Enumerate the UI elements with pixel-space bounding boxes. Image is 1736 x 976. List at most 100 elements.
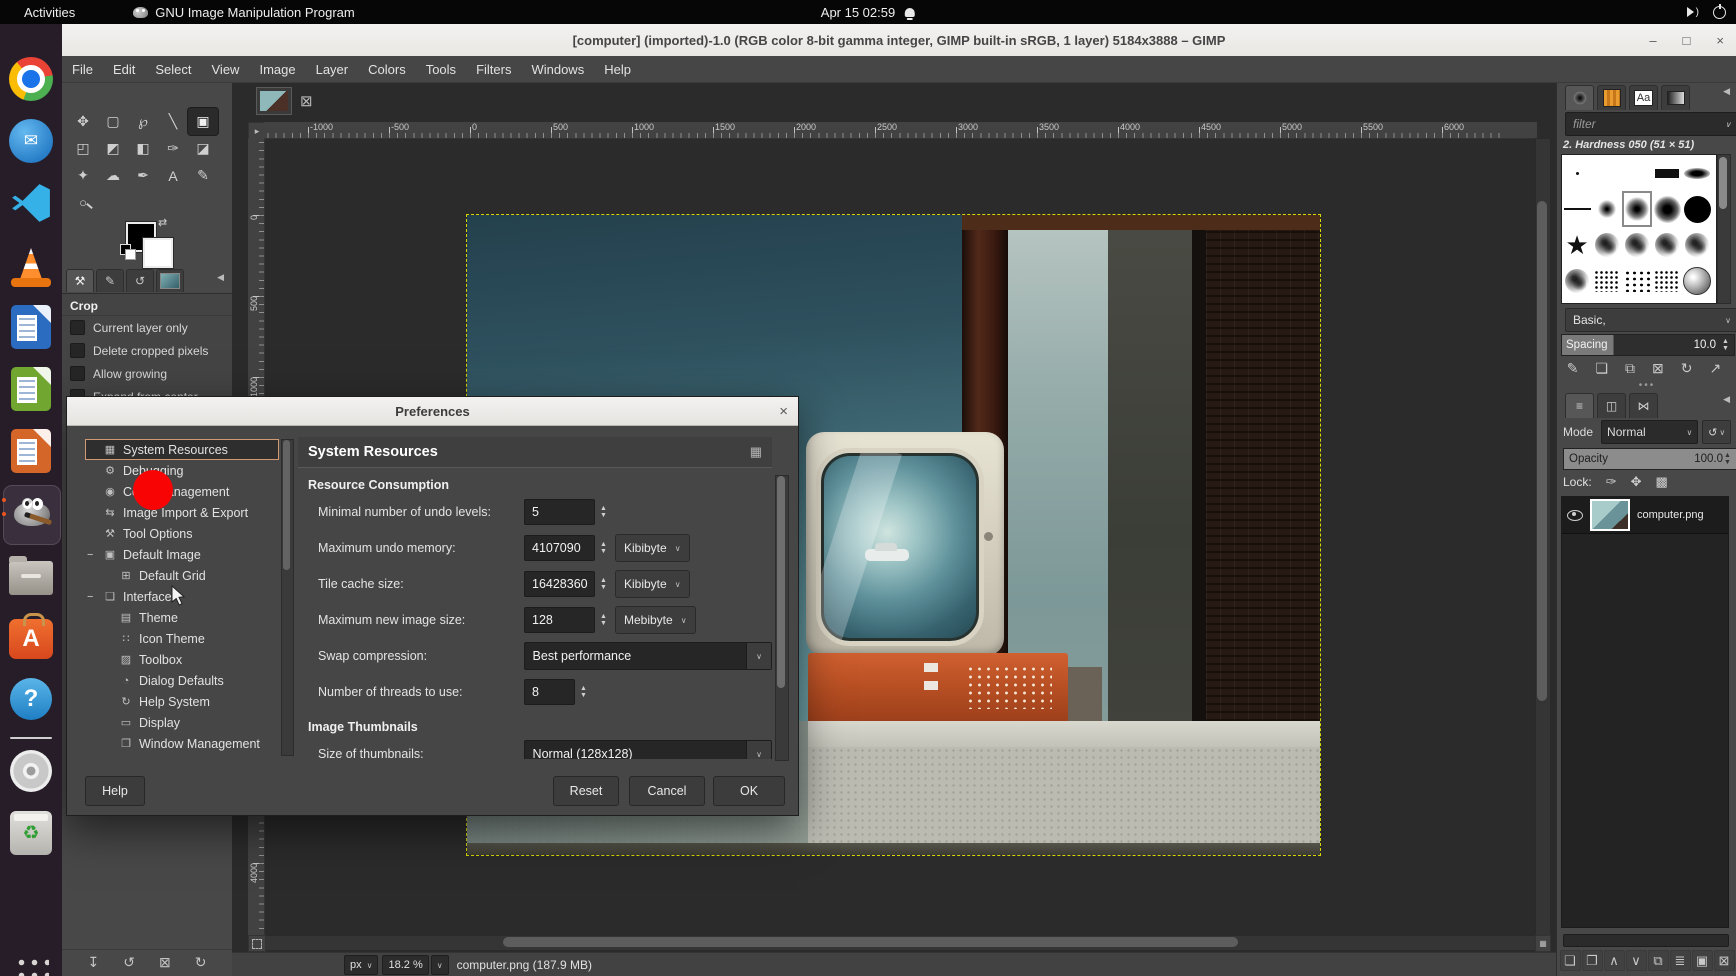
system-status-area[interactable]: ) [1687, 6, 1726, 19]
app-menu[interactable]: GNU Image Manipulation Program [133, 5, 354, 20]
lock-toggle[interactable]: ✥ [1631, 474, 1642, 490]
tool-button[interactable]: ℘ [128, 108, 158, 135]
brush-cell[interactable] [1592, 191, 1622, 227]
tool-button[interactable]: ▣ [188, 108, 218, 135]
spinner[interactable]: ▲▼ [595, 499, 612, 525]
unit-dropdown[interactable]: px∨ [344, 955, 378, 975]
tile-cache-unit-dropdown[interactable]: Kibibyte∨ [615, 570, 690, 598]
spacing-slider[interactable]: Spacing 10.0 ▲▼ [1561, 334, 1735, 356]
menu-item[interactable]: Layer [306, 62, 359, 77]
tool-button[interactable]: ✒ [128, 162, 158, 189]
tab-patterns[interactable] [1597, 85, 1626, 110]
tool-button[interactable]: ✎ [188, 162, 218, 189]
dock-item-vlc[interactable] [7, 241, 55, 289]
tree-item[interactable]: ▭ Display [85, 712, 279, 733]
tool-button[interactable]: ✥ [68, 108, 98, 135]
brush-action-button[interactable]: ✎ [1567, 360, 1579, 377]
dock-menu-arrow-icon[interactable]: ◀ [1723, 86, 1730, 97]
spinner[interactable]: ▲▼ [575, 679, 592, 705]
lock-toggle[interactable]: ▩ [1656, 474, 1668, 490]
tab-paths[interactable]: ⋈ [1629, 393, 1658, 418]
dock-item-software[interactable]: A [7, 613, 55, 661]
mode-dropdown[interactable]: Normal ∨ [1601, 420, 1698, 444]
dock-item-vscode[interactable] [7, 179, 55, 227]
menu-item[interactable]: Image [249, 62, 305, 77]
dock-item-impress[interactable] [7, 427, 55, 475]
preset-action-button[interactable]: ↧ [88, 954, 100, 971]
brush-cell[interactable] [1652, 263, 1682, 299]
tree-item[interactable]: ⚙ Debugging [85, 460, 279, 481]
spinner[interactable]: ▲▼ [595, 607, 612, 633]
preset-action-button[interactable]: ↺ [123, 954, 135, 971]
brush-filter-input[interactable]: filter ∨ [1565, 112, 1736, 136]
brush-cell[interactable] [1652, 191, 1682, 227]
menu-item[interactable]: Select [145, 62, 201, 77]
brush-cell-selected[interactable] [1622, 191, 1652, 227]
layer-action-button[interactable]: ∧ [1604, 950, 1625, 971]
layers-scrollbar[interactable] [1563, 934, 1729, 947]
window-title-bar[interactable]: [computer] (imported)-1.0 (RGB color 8-b… [62, 24, 1736, 57]
undo-memory-unit-dropdown[interactable]: Kibibyte∨ [615, 534, 690, 562]
checkbox[interactable] [70, 343, 85, 358]
new-image-unit-dropdown[interactable]: Mebibyte∨ [615, 606, 696, 634]
dock-item-files[interactable] [7, 551, 55, 599]
dock-item-calc[interactable] [7, 365, 55, 413]
brush-cell[interactable] [1652, 299, 1682, 304]
tool-button[interactable]: ▢ [98, 108, 128, 135]
tab-channels[interactable]: ◫ [1597, 393, 1626, 418]
thumbnail-size-dropdown[interactable]: Normal (128x128)∨ [524, 740, 772, 759]
spinner[interactable]: ▲▼ [595, 535, 612, 561]
tool-button[interactable]: A [158, 162, 188, 189]
tool-button[interactable]: ╲ [158, 108, 188, 135]
brush-cell[interactable] [1682, 263, 1712, 299]
close-view-icon[interactable]: ⊠ [300, 92, 313, 110]
layer-action-button[interactable]: ⊠ [1714, 950, 1735, 971]
checkbox[interactable] [70, 366, 85, 381]
brush-action-button[interactable]: ❏ [1595, 360, 1608, 377]
brush-scrollbar-thumb[interactable] [1719, 157, 1727, 209]
maximize-button[interactable]: □ [1683, 33, 1691, 48]
tree-scrollbar-thumb[interactable] [283, 440, 290, 570]
checkbox[interactable] [70, 320, 85, 335]
preset-action-button[interactable]: ⊠ [159, 954, 171, 971]
preset-action-button[interactable]: ↻ [195, 954, 207, 971]
brush-cell[interactable] [1592, 155, 1622, 191]
tree-scrollbar[interactable] [281, 439, 294, 756]
layer-action-button[interactable]: ❏ [1560, 950, 1581, 971]
tool-button[interactable]: ◪ [188, 135, 218, 162]
threads-input[interactable]: 8 [524, 679, 575, 705]
brush-cell[interactable] [1562, 299, 1592, 304]
lock-toggle[interactable]: ✑ [1606, 474, 1617, 490]
dock-menu-arrow-icon[interactable]: ◀ [217, 272, 224, 283]
dock-item-writer[interactable] [7, 303, 55, 351]
dock-item-cd[interactable] [7, 747, 55, 795]
swap-compression-dropdown[interactable]: Best performance∨ [524, 642, 772, 670]
content-scrollbar[interactable] [775, 475, 789, 761]
tree-item[interactable]: ▨ Toolbox [85, 649, 279, 670]
show-applications-button[interactable] [13, 954, 49, 976]
vertical-scrollbar[interactable] [1535, 138, 1551, 937]
layer-row[interactable]: computer.png [1562, 497, 1728, 534]
brush-action-button[interactable]: ↗ [1710, 360, 1722, 377]
help-button[interactable]: Help [85, 776, 145, 806]
tab-fonts[interactable]: Aa [1629, 85, 1658, 110]
brush-cell[interactable] [1592, 263, 1622, 299]
tree-item[interactable]: ⊞ Default Grid [85, 565, 279, 586]
content-scrollbar-thumb[interactable] [777, 476, 785, 688]
image-view-tab[interactable] [256, 87, 292, 115]
layer-action-button[interactable]: ❐ [1582, 950, 1603, 971]
brush-cell[interactable] [1622, 263, 1652, 299]
tab-brushes[interactable] [1565, 85, 1594, 110]
brush-cell[interactable] [1682, 227, 1712, 263]
dialog-close-button[interactable]: × [779, 403, 788, 420]
brush-grid[interactable]: ★ [1561, 154, 1717, 304]
dock-item-trash[interactable]: ♻ [7, 809, 55, 857]
brush-cell[interactable] [1562, 191, 1592, 227]
menu-item[interactable]: Colors [358, 62, 416, 77]
tree-item[interactable]: ▦ System Resources [85, 439, 279, 460]
undo-memory-input[interactable]: 4107090 [524, 535, 595, 561]
brush-action-button[interactable]: ⊠ [1652, 360, 1664, 377]
menu-item[interactable]: Edit [103, 62, 145, 77]
menu-item[interactable]: File [62, 62, 103, 77]
brush-cell[interactable] [1682, 299, 1712, 304]
